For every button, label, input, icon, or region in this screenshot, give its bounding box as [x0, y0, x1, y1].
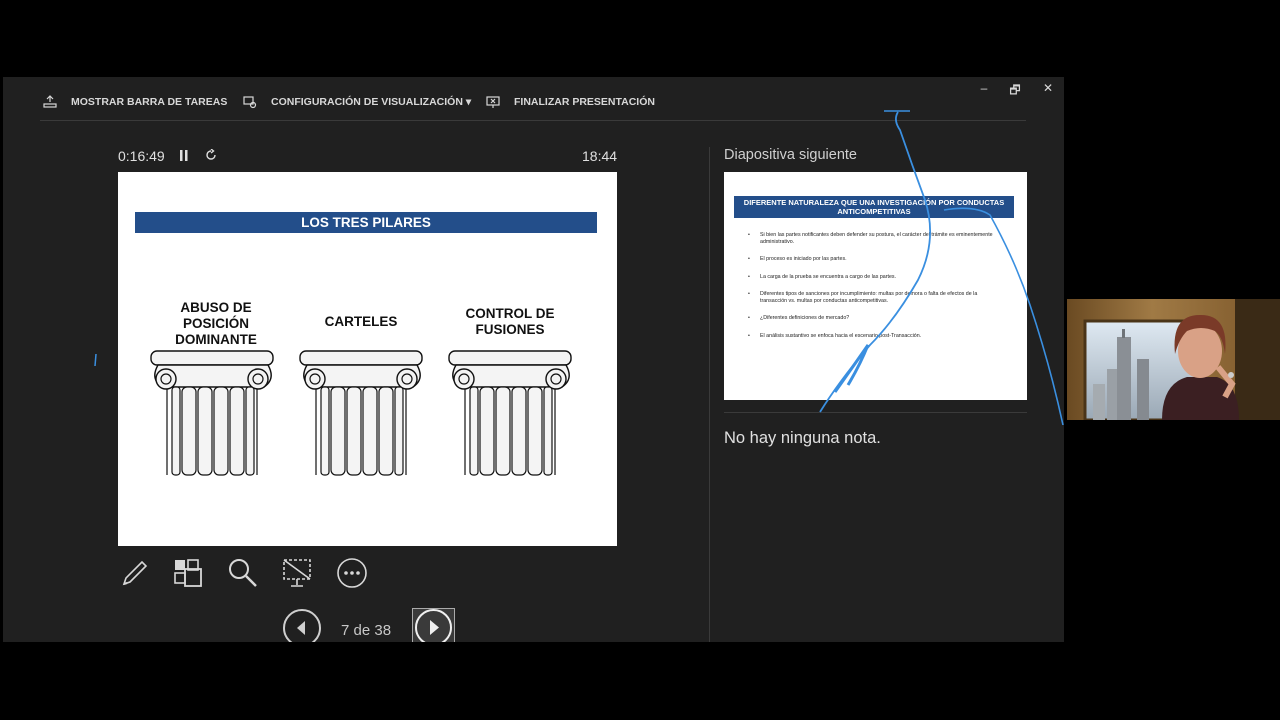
- panel-divider: [709, 147, 710, 642]
- next-slide-button[interactable]: [412, 608, 455, 642]
- list-item: El proceso es iniciado por las partes.: [748, 256, 1000, 263]
- list-item: Diferentes tipos de sanciones por incump…: [748, 291, 1000, 304]
- pillar-label-mergers: CONTROL DE FUSIONES: [465, 306, 555, 337]
- list-item: Si bien las partes notificantes deben de…: [748, 232, 1000, 245]
- next-slide-title: DIFERENTE NATURALEZA QUE UNA INVESTIGACI…: [734, 196, 1014, 218]
- column-illustration: [299, 350, 423, 476]
- display-settings-icon: [243, 96, 257, 109]
- next-arrow-icon: [430, 620, 439, 635]
- show-taskbar-label: MOSTRAR BARRA DE TAREAS: [71, 96, 228, 108]
- black-screen-icon[interactable]: [280, 556, 314, 590]
- list-item: La carga de la prueba se encuentra a car…: [748, 274, 1000, 281]
- close-button[interactable]: ✕: [1038, 81, 1058, 97]
- end-show-button[interactable]: FINALIZAR PRESENTACIÓN: [486, 95, 655, 109]
- pillar-label-cartels: CARTELES: [324, 314, 398, 329]
- display-settings-label: CONFIGURACIÓN DE VISUALIZACIÓN ▾: [271, 96, 472, 108]
- restore-button[interactable]: 🗗: [1005, 81, 1025, 97]
- column-illustration: [150, 350, 274, 476]
- notes-divider: [724, 412, 1027, 413]
- webcam-video: [1067, 299, 1280, 420]
- slide-title: LOS TRES PILARES: [135, 212, 597, 233]
- more-options-icon[interactable]: [335, 556, 369, 590]
- previous-arrow-icon: [297, 621, 305, 635]
- minimize-button[interactable]: –: [974, 81, 994, 97]
- pen-icon[interactable]: [118, 556, 152, 590]
- display-settings-button[interactable]: CONFIGURACIÓN DE VISUALIZACIÓN ▾: [243, 95, 471, 109]
- next-slide-heading: Diapositiva siguiente: [724, 147, 857, 163]
- current-slide: LOS TRES PILARES ABUSO DE POSICIÓN DOMIN…: [118, 172, 617, 546]
- taskbar-icon: [43, 95, 57, 108]
- end-show-label: FINALIZAR PRESENTACIÓN: [514, 96, 655, 108]
- speaker-notes[interactable]: No hay ninguna nota.: [724, 429, 881, 448]
- show-taskbar-button[interactable]: MOSTRAR BARRA DE TAREAS: [43, 95, 227, 109]
- next-slide-preview[interactable]: DIFERENTE NATURALEZA QUE UNA INVESTIGACI…: [724, 172, 1027, 400]
- next-slide-bullets: Si bien las partes notificantes deben de…: [748, 232, 1000, 350]
- next-button-ring: [415, 609, 452, 642]
- previous-slide-button[interactable]: [283, 609, 321, 642]
- pillar-label-abuse: ABUSO DE POSICIÓN DOMINANTE: [175, 300, 257, 347]
- all-slides-icon[interactable]: [171, 556, 205, 590]
- elapsed-timer: 0:16:49: [118, 148, 165, 164]
- list-item: El análisis sustantivo se enfoca hacia e…: [748, 333, 1000, 340]
- pause-icon[interactable]: [179, 150, 189, 161]
- zoom-icon[interactable]: [226, 556, 260, 590]
- toolbar-divider: [40, 120, 1026, 121]
- column-illustration: [448, 350, 572, 476]
- presenter-view: MOSTRAR BARRA DE TAREAS CONFIGURACIÓN DE…: [3, 77, 1064, 642]
- current-time: 18:44: [582, 148, 618, 164]
- slide-counter[interactable]: 7 de 38: [341, 622, 391, 639]
- webcam-image: [1067, 299, 1280, 420]
- restart-icon[interactable]: [205, 149, 217, 161]
- end-show-icon: [486, 96, 500, 108]
- list-item: ¿Diferentes definiciones de mercado?: [748, 315, 1000, 322]
